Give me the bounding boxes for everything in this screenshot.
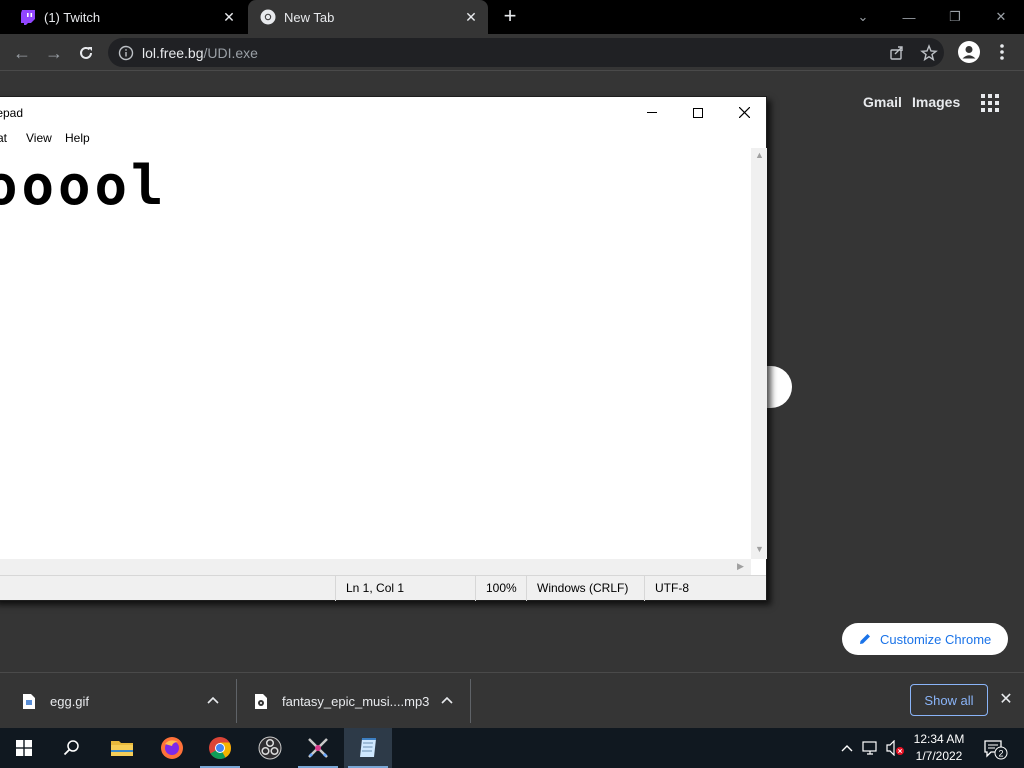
share-icon[interactable] [888,44,906,62]
menu-format[interactable]: at [0,131,7,145]
url-host: lol.free.bg [142,44,204,61]
new-tab-button[interactable]: + [499,5,521,27]
tab-new-tab[interactable]: New Tab ✕ [248,0,488,34]
vertical-scrollbar[interactable]: ▲ ▼ [751,148,767,559]
taskbar: 12:34 AM 1/7/2022 2 [0,728,1024,768]
forward-button[interactable]: → [42,41,66,65]
action-center-icon[interactable]: 2 [978,728,1012,768]
twitch-icon [20,9,36,25]
download-filename: egg.gif [50,693,90,709]
images-link[interactable]: Images [912,94,960,110]
url-text: lol.free.bg/UDI.exe [142,45,258,61]
screen: (1) Twitch ✕ New Tab ✕ + ⌄ — ❐ ✕ ← → lol… [0,0,1024,768]
menu-view[interactable]: View [26,131,52,145]
audio-file-icon [255,693,267,709]
tab-strip: (1) Twitch ✕ New Tab ✕ + ⌄ — ❐ ✕ [0,0,1024,34]
divider [236,679,237,723]
scroll-up-arrow-icon[interactable]: ▲ [755,150,764,160]
tab-twitch[interactable]: (1) Twitch ✕ [0,0,246,34]
search-icon[interactable] [48,728,96,768]
bookmark-star-icon[interactable] [920,44,938,62]
notepad-text-area[interactable]: ooool [0,148,751,559]
download-filename: fantasy_epic_musi....mp3 [282,693,430,709]
volume-muted-icon[interactable] [884,728,906,768]
notepad-close-button[interactable] [721,97,767,128]
notepad-maximize-button[interactable] [675,97,721,128]
chrome-taskbar-icon[interactable] [196,728,244,768]
notification-count: 2 [998,749,1003,759]
chrome-icon [260,9,276,25]
menu-help[interactable]: Help [65,131,90,145]
close-window-button[interactable]: ✕ [978,0,1024,34]
system-clock[interactable]: 12:34 AM 1/7/2022 [906,731,972,765]
gmail-link[interactable]: Gmail [863,94,902,110]
divider [470,679,471,723]
close-tab-icon[interactable]: ✕ [220,8,238,26]
notepad-title-bar[interactable]: tepad [0,97,766,128]
notepad-menu-bar: at View Help [0,128,766,148]
image-file-icon [23,693,35,709]
download-item[interactable]: fantasy_epic_musi....mp3 [254,673,429,729]
game-swords-icon[interactable] [294,728,342,768]
status-position: Ln 1, Col 1 [335,576,475,601]
browser-toolbar: ← → lol.free.bg/UDI.exe [0,34,1024,71]
notepad-taskbar-icon[interactable] [344,728,392,768]
reload-button[interactable] [74,41,98,65]
notepad-minimize-button[interactable] [629,97,675,128]
scroll-right-arrow-icon[interactable]: ▶ [737,561,744,572]
url-path: /UDI.exe [203,44,258,61]
chevron-up-tray-icon[interactable] [838,728,856,768]
file-explorer-icon[interactable] [98,728,146,768]
pencil-icon [860,634,870,644]
tab-search-icon[interactable]: ⌄ [840,0,886,34]
back-button[interactable]: ← [10,41,34,65]
notepad-status-bar: Ln 1, Col 1 100% Windows (CRLF) UTF-8 [0,575,766,601]
status-encoding: UTF-8 [644,576,766,601]
customize-chrome-button[interactable]: Customize Chrome [842,623,1008,655]
status-zoom: 100% [475,576,526,601]
download-item[interactable]: egg.gif [22,673,89,729]
start-windows-icon[interactable] [0,728,48,768]
status-line-ending: Windows (CRLF) [526,576,644,601]
tab-title: (1) Twitch [44,9,101,25]
close-shelf-icon[interactable]: ✕ [998,692,1014,708]
tab-title: New Tab [284,9,335,25]
firefox-icon[interactable] [148,728,196,768]
notepad-title: tepad [0,106,24,120]
notepad-window[interactable]: tepad at View Help ooool ▲ ▼ ▶ Ln [0,96,767,601]
clock-date: 1/7/2022 [915,749,963,763]
address-bar[interactable]: lol.free.bg/UDI.exe [108,38,944,67]
chevron-up-icon[interactable] [206,693,220,707]
site-info-icon[interactable] [118,45,134,61]
restore-button[interactable]: ❐ [932,0,978,34]
download-shelf: egg.gif fantasy_epic_musi....mp3 Show al… [0,672,1024,728]
google-apps-icon[interactable] [980,93,1000,113]
horizontal-scrollbar[interactable]: ▶ [0,559,751,575]
customize-label: Customize Chrome [880,631,992,647]
show-all-button[interactable]: Show all [910,684,988,716]
profile-avatar-icon[interactable] [957,40,981,64]
scroll-down-arrow-icon[interactable]: ▼ [755,544,764,554]
minimize-button[interactable]: — [886,0,932,34]
menu-kebab-icon[interactable] [990,40,1014,64]
obs-icon[interactable] [246,728,294,768]
close-tab-icon[interactable]: ✕ [462,8,480,26]
notepad-content: ooool [0,154,168,217]
chevron-up-icon[interactable] [440,693,454,707]
clock-time: 12:34 AM [913,732,965,746]
network-icon[interactable] [860,728,882,768]
